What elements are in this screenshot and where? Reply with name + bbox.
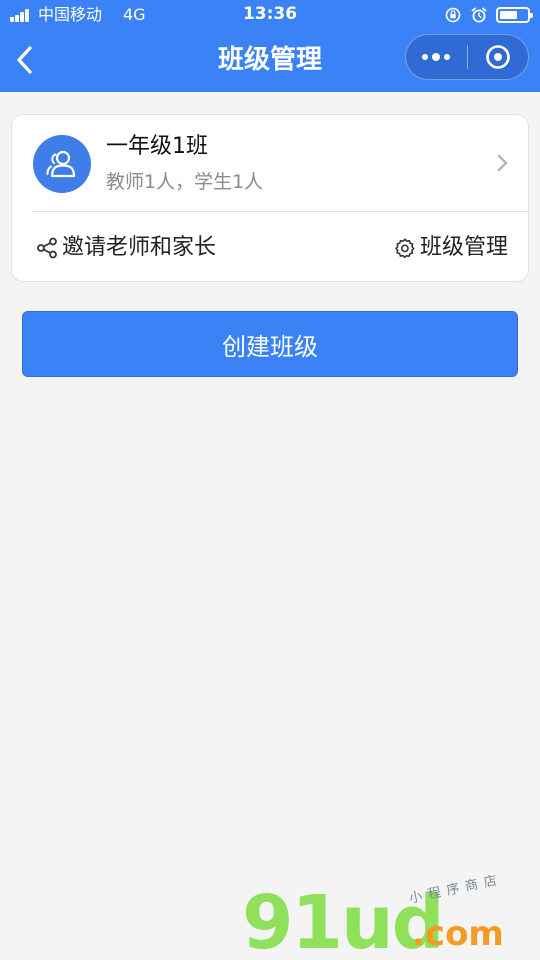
more-button[interactable] <box>406 35 467 79</box>
gear-icon <box>395 238 415 259</box>
avatar <box>33 135 91 193</box>
class-card: 一年级1班 教师1人，学生1人 邀请老师和家长 班级管理 <box>11 114 529 282</box>
class-settings-label: 班级管理 <box>419 235 508 260</box>
more-dots-icon <box>422 53 451 61</box>
class-member-count: 教师1人，学生1人 <box>106 171 264 193</box>
invite-label: 邀请老师和家长 <box>62 235 217 260</box>
close-mini-program-button[interactable] <box>467 35 528 79</box>
create-class-button[interactable]: 创建班级 <box>22 311 518 377</box>
header: 中国移动 4G 13:36 班级管理 <box>0 0 540 92</box>
class-name: 一年级1班 <box>106 134 208 159</box>
status-bar: 中国移动 4G 13:36 <box>0 0 540 30</box>
target-circle-icon <box>485 45 510 69</box>
share-icon <box>37 237 57 259</box>
chevron-right-icon <box>497 154 508 172</box>
orientation-lock-icon <box>445 7 461 23</box>
watermark-brand: 91ud <box>242 880 445 960</box>
watermark-domain: .com <box>412 914 504 954</box>
users-icon <box>46 150 76 178</box>
watermark-tagline: 小程序商店 <box>408 872 505 907</box>
class-entry[interactable]: 一年级1班 教师1人，学生1人 <box>12 115 528 211</box>
alarm-icon <box>471 7 487 23</box>
invite-button[interactable]: 邀请老师和家长 <box>36 231 216 265</box>
mini-program-capsule <box>405 34 529 80</box>
battery-level <box>500 11 517 19</box>
watermark: 91ud .com 小程序商店 <box>242 872 532 960</box>
screen: 中国移动 4G 13:36 班级管理 一年级1班 教师1人，学生1人 邀请老师和… <box>0 0 540 960</box>
class-settings-button[interactable]: 班级管理 <box>394 231 508 265</box>
nav-bar: 班级管理 <box>0 30 540 92</box>
status-icons <box>444 6 533 24</box>
battery-icon <box>496 7 533 23</box>
create-class-label: 创建班级 <box>222 332 318 361</box>
card-divider <box>32 211 528 212</box>
